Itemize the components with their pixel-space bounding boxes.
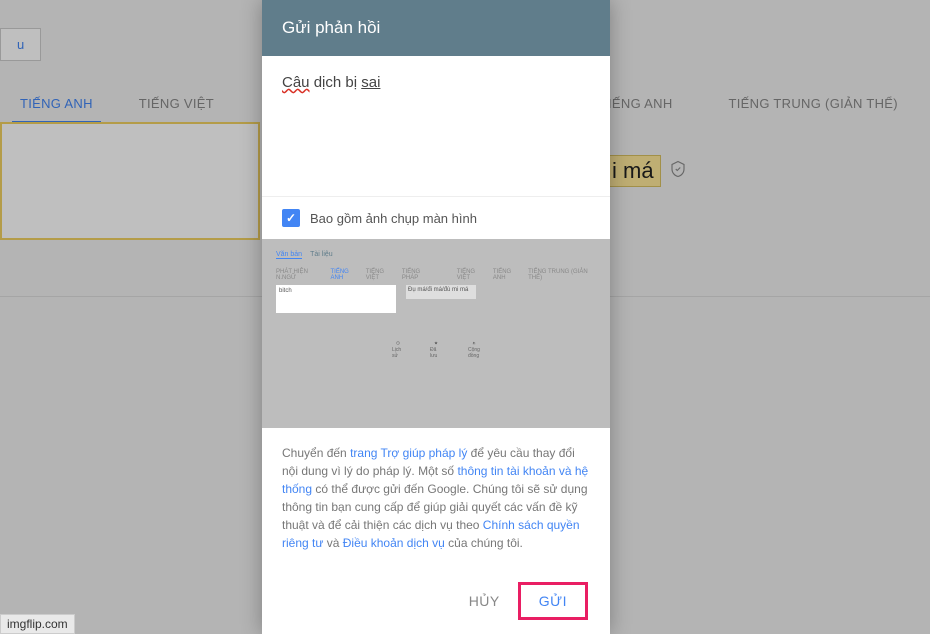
preview-subtab: TIẾNG PHÁP — [402, 269, 435, 281]
feedback-word-2: dịch bị — [310, 74, 362, 91]
preview-source: bitch — [276, 285, 396, 313]
preview-tab: Tài liệu — [310, 251, 333, 259]
feedback-word-1: Câu — [282, 74, 310, 91]
tos-link[interactable]: Điều khoản dịch vụ — [343, 536, 445, 550]
preview-target: Đụ má/đi má/đù mi má — [406, 285, 476, 299]
feedback-word-3: sai — [361, 74, 380, 91]
watermark: imgflip.com — [0, 614, 75, 634]
feedback-textarea[interactable]: Câu dịch bị sai — [262, 56, 610, 196]
cancel-button[interactable]: HỦY — [469, 593, 500, 609]
checkbox-label: Bao gồm ảnh chụp màn hình — [310, 211, 477, 226]
community-icon: Cộng đồng — [468, 341, 480, 359]
saved-icon: Đã lưu — [430, 341, 442, 359]
preview-subtab: TIẾNG ANH — [493, 269, 522, 281]
legal-footer-text: Chuyển đến trang Trợ giúp pháp lý để yêu… — [262, 428, 610, 568]
legal-help-link[interactable]: trang Trợ giúp pháp lý — [350, 446, 467, 460]
checkbox-icon[interactable]: ✓ — [282, 209, 300, 227]
preview-subtab: PHÁT HIỆN N.NGỮ — [276, 269, 325, 281]
screenshot-checkbox-row[interactable]: ✓ Bao gồm ảnh chụp màn hình — [262, 196, 610, 239]
modal-title: Gửi phản hồi — [262, 0, 610, 56]
preview-subtab: TIẾNG VIỆT — [457, 269, 487, 281]
preview-tab: Văn bản — [276, 251, 302, 259]
submit-button[interactable]: GỬI — [518, 582, 588, 620]
feedback-modal: Gửi phản hồi Câu dịch bị sai ✓ Bao gồm ả… — [262, 0, 610, 634]
modal-button-row: HỦY GỬI — [262, 568, 610, 634]
screenshot-preview[interactable]: Văn bản Tài liệu PHÁT HIỆN N.NGỮ TIẾNG A… — [262, 239, 610, 428]
history-icon: Lịch sử — [392, 341, 404, 359]
preview-subtab: TIẾNG VIỆT — [366, 269, 396, 281]
preview-subtab: TIẾNG ANH — [331, 269, 360, 281]
preview-subtab: TIẾNG TRUNG (GIẢN THỂ) — [528, 269, 596, 281]
